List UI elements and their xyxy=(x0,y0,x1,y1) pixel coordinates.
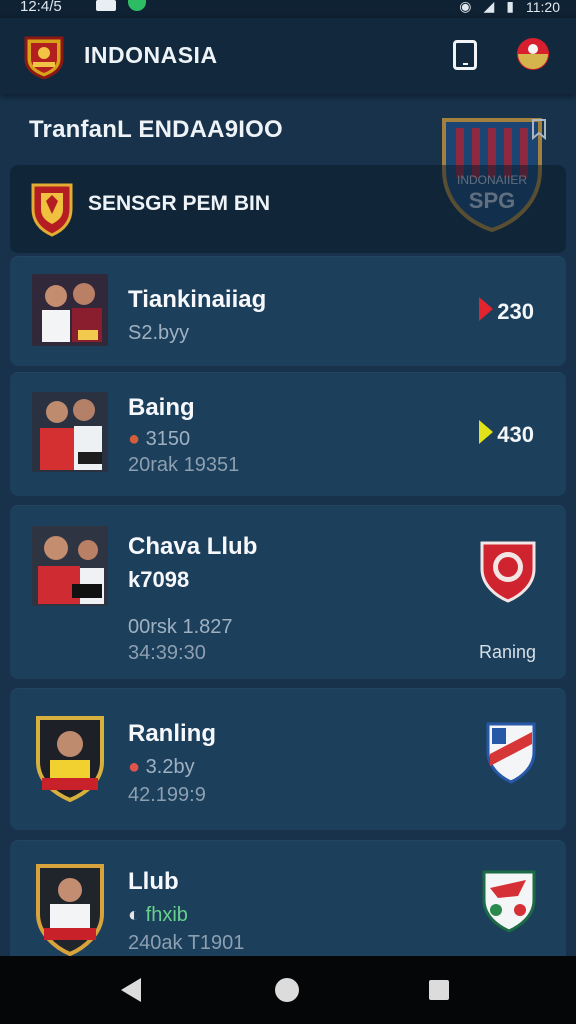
navigation-bar xyxy=(0,956,576,1024)
list-item[interactable]: Ranling ● 3.2by 42.199:9 xyxy=(10,688,566,830)
card-meta: ● 3150 xyxy=(128,428,190,451)
app-title: INDONASIA xyxy=(84,42,218,68)
club-badge-icon xyxy=(486,722,536,784)
card-meta: ◐ fhxib xyxy=(128,904,188,927)
ball-icon: ● xyxy=(128,756,141,778)
list-item[interactable]: Tiankinaiiag S2.byy 230 xyxy=(10,256,566,366)
team-photo xyxy=(32,392,108,472)
card-bottom-label: Raning xyxy=(478,642,536,662)
box-icon xyxy=(96,0,116,11)
card-meta: ● 3.2by xyxy=(128,756,195,779)
recent-apps-icon[interactable] xyxy=(429,980,449,1000)
header-card[interactable]: SENSGR PEM BIN xyxy=(10,165,566,253)
list-item[interactable]: Baing ● 3150 20rak 19351 430 xyxy=(10,372,566,496)
battery-icon: ▮ xyxy=(506,0,514,14)
card-meta-secondary: 42.199:9 xyxy=(128,784,206,806)
header-label: SENSGR PEM BIN xyxy=(88,192,271,215)
team-photo xyxy=(32,526,108,606)
card-count: 430 xyxy=(479,420,534,448)
red-arrow-icon xyxy=(479,297,494,321)
status-time-right: 11:20 xyxy=(526,0,560,15)
list-item[interactable]: Chava Llub k7098 00rsk 1.827 34:39:30 Ra… xyxy=(10,505,566,679)
wifi-icon: ◉ xyxy=(459,0,472,14)
card-subtitle: k7098 xyxy=(128,567,190,592)
card-title: Baing xyxy=(128,394,195,421)
section-title: TranfanL ENDAA9IOO xyxy=(29,116,283,143)
app-bar: INDONASIA xyxy=(0,18,576,94)
list-item[interactable]: Llub ◐ fhxib 240ak T1901 xyxy=(10,840,566,970)
card-count-value: 230 xyxy=(497,299,534,324)
back-icon[interactable] xyxy=(121,978,141,1002)
leaf-icon xyxy=(128,0,146,11)
card-meta: 00rsk 1.827 xyxy=(128,616,233,638)
club-badge-icon xyxy=(482,870,536,933)
card-meta-secondary: 34:39:30 xyxy=(128,642,206,664)
club-logo-icon[interactable] xyxy=(23,35,65,79)
status-time-left: 12:4/5 xyxy=(20,0,62,15)
card-title: Chava Llub xyxy=(128,533,258,560)
ball-icon: ◐ xyxy=(128,904,141,926)
card-count-value: 430 xyxy=(497,422,534,447)
flag-emblem-icon[interactable] xyxy=(514,36,552,72)
signal-icon: ◢ xyxy=(483,0,495,14)
card-meta-value: fhxib xyxy=(145,904,188,926)
player-shield-photo xyxy=(36,716,104,802)
card-meta: S2.byy xyxy=(128,322,190,344)
tablet-icon[interactable] xyxy=(453,40,477,70)
yellow-arrow-icon xyxy=(479,420,494,444)
player-shield-photo xyxy=(36,864,104,956)
bookmark-icon[interactable] xyxy=(529,118,549,140)
card-meta-secondary: 20rak 19351 xyxy=(128,454,240,476)
card-meta-value: 3.2by xyxy=(145,756,195,778)
card-title: Tiankinaiiag xyxy=(128,286,267,313)
status-bar: 12:4/5 ◉ ◢ ▮ 11:20 xyxy=(0,0,576,18)
card-meta-secondary: 240ak T1901 xyxy=(128,932,245,954)
club-badge-icon xyxy=(480,541,536,603)
card-title: Llub xyxy=(128,868,179,895)
team-photo xyxy=(32,274,108,346)
home-icon[interactable] xyxy=(275,978,299,1002)
header-crest-icon xyxy=(31,183,73,237)
card-title: Ranling xyxy=(128,720,216,747)
ball-icon: ● xyxy=(128,428,141,450)
card-count: 230 xyxy=(479,297,534,325)
card-meta-value: 3150 xyxy=(145,428,191,450)
